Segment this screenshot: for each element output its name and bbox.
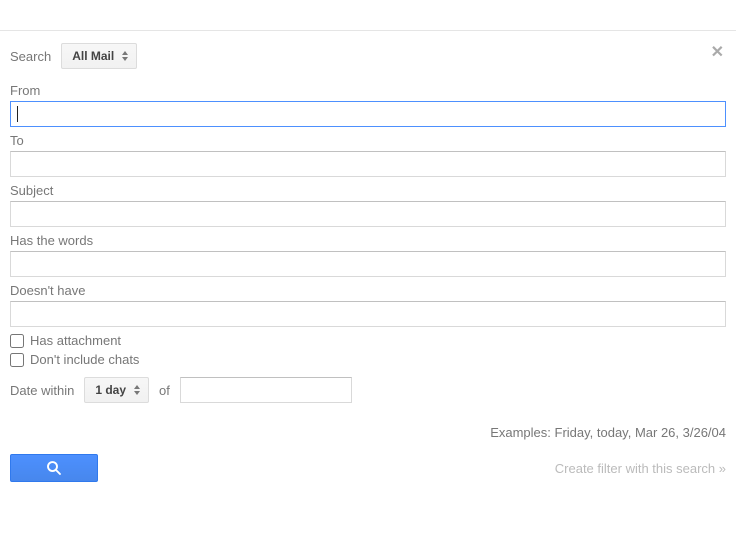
has-attachment-row: Has attachment (10, 333, 726, 348)
of-label: of (159, 383, 170, 398)
search-scope-select[interactable]: All Mail (61, 43, 137, 69)
search-label: Search (10, 49, 51, 64)
search-scope-value: All Mail (72, 49, 114, 63)
doesnt-have-field-group: Doesn't have (10, 283, 726, 327)
from-field-group: From (10, 83, 726, 127)
to-label: To (10, 133, 726, 148)
to-input[interactable] (10, 151, 726, 177)
has-words-input[interactable] (10, 251, 726, 277)
search-button[interactable] (10, 454, 98, 482)
close-icon: ✕ (711, 44, 724, 61)
date-within-label: Date within (10, 383, 74, 398)
dont-include-chats-row: Don't include chats (10, 352, 726, 367)
subject-field-group: Subject (10, 183, 726, 227)
date-within-select[interactable]: 1 day (84, 377, 149, 403)
text-cursor (17, 106, 18, 122)
sort-arrows-icon (122, 51, 128, 61)
has-words-field-group: Has the words (10, 233, 726, 277)
to-field-group: To (10, 133, 726, 177)
has-words-label: Has the words (10, 233, 726, 248)
dont-include-chats-checkbox[interactable] (10, 353, 24, 367)
search-scope-row: Search All Mail (10, 43, 726, 69)
has-attachment-label: Has attachment (30, 333, 121, 348)
doesnt-have-label: Doesn't have (10, 283, 726, 298)
close-button[interactable]: ✕ (711, 45, 724, 61)
dont-include-chats-label: Don't include chats (30, 352, 139, 367)
advanced-search-panel: ✕ Search All Mail From To Subject Has th… (0, 31, 736, 492)
from-label: From (10, 83, 726, 98)
subject-input[interactable] (10, 201, 726, 227)
examples-text: Examples: Friday, today, Mar 26, 3/26/04 (10, 425, 726, 440)
search-icon (45, 459, 63, 477)
subject-label: Subject (10, 183, 726, 198)
sort-arrows-icon (134, 385, 140, 395)
footer-row: Create filter with this search » (10, 454, 726, 482)
date-input[interactable] (180, 377, 352, 403)
has-attachment-checkbox[interactable] (10, 334, 24, 348)
date-within-row: Date within 1 day of (10, 377, 726, 403)
date-within-value: 1 day (95, 383, 126, 397)
from-input[interactable] (10, 101, 726, 127)
doesnt-have-input[interactable] (10, 301, 726, 327)
create-filter-link[interactable]: Create filter with this search » (555, 461, 726, 476)
